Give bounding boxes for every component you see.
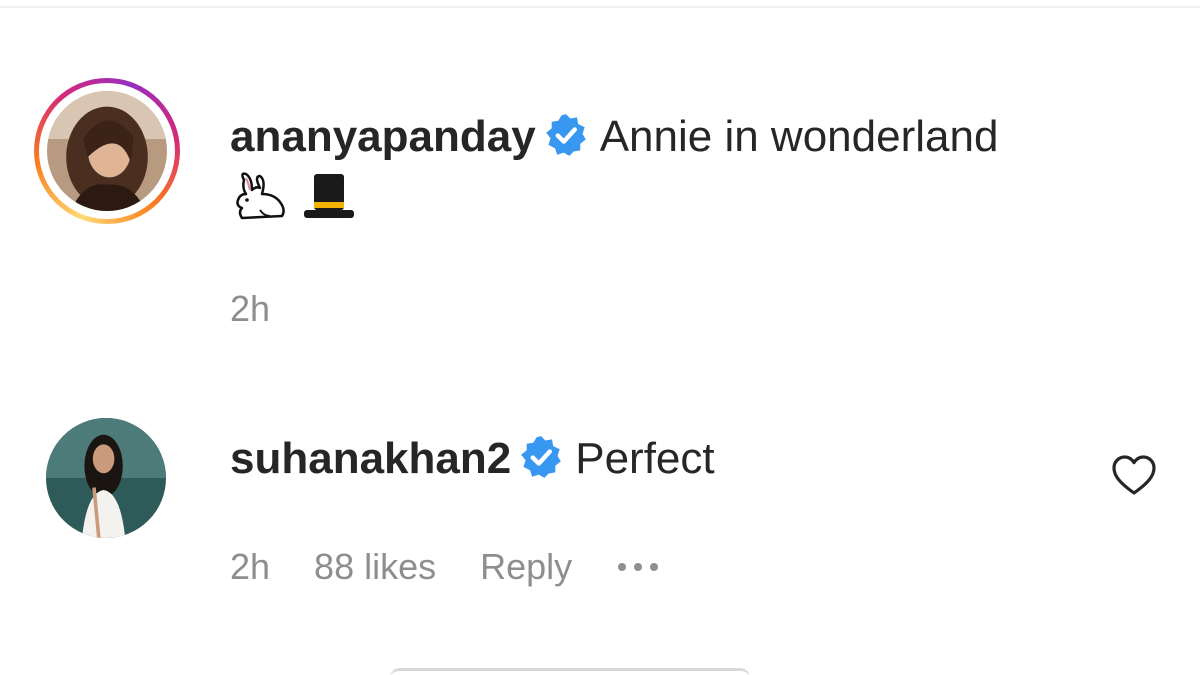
username-link[interactable]: ananyapanday: [230, 112, 536, 161]
top-hat-emoji-icon: [304, 174, 354, 218]
reply-button[interactable]: Reply: [480, 546, 572, 588]
caption-text: ananyapanday Annie in wonderland: [230, 104, 1150, 170]
comment-meta: 2h 88 likes Reply: [230, 546, 660, 588]
comment-body: Perfect: [575, 434, 715, 483]
story-ring[interactable]: [34, 78, 180, 224]
likes-count-button[interactable]: 88 likes: [314, 546, 436, 588]
caption-body: Annie in wonderland: [599, 112, 999, 161]
top-divider: [0, 6, 1200, 8]
avatar[interactable]: [47, 91, 167, 211]
comment-text: suhanakhan2 Perfect: [230, 426, 1090, 492]
emoji-row: [230, 172, 360, 222]
username-link[interactable]: suhanakhan2: [230, 434, 511, 483]
more-dots-icon[interactable]: [616, 559, 660, 575]
verified-badge-icon: [519, 435, 563, 479]
rabbit-emoji-icon: [236, 172, 285, 220]
comment-timestamp: 2h: [230, 546, 271, 587]
verified-badge-icon: [544, 113, 588, 157]
next-comment-cutoff: [0, 660, 1200, 675]
caption-timestamp: 2h: [230, 288, 271, 329]
comments-panel: ananyapanday Annie in wonderland 2h suha…: [0, 0, 1200, 675]
avatar[interactable]: [46, 418, 166, 538]
heart-outline-icon[interactable]: [1110, 452, 1158, 500]
